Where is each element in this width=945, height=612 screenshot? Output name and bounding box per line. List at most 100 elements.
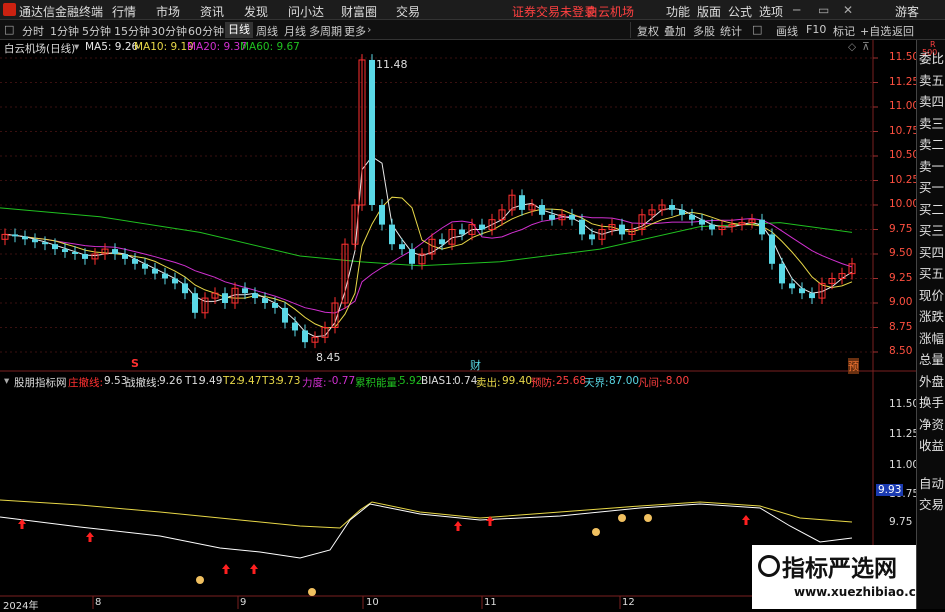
tool-overlay[interactable]: 叠加 — [664, 23, 686, 39]
menu-function[interactable]: 功能 — [666, 3, 690, 20]
panel-item-7[interactable]: 买二 — [919, 199, 945, 218]
panel-item-20[interactable]: 交易 — [919, 494, 945, 513]
sub-val-6: 5.92 — [399, 375, 423, 387]
menu-market[interactable]: 市场 — [156, 3, 180, 20]
panel-item-3[interactable]: 卖三 — [919, 113, 945, 132]
panel-item-11[interactable]: 现价 — [919, 285, 945, 304]
candle-body — [162, 273, 168, 279]
menu-formula[interactable]: 公式 — [728, 3, 752, 20]
tab-period-active[interactable]: 日线 — [225, 22, 253, 38]
tab-period-9[interactable]: 月线 — [284, 23, 306, 39]
panel-item-0[interactable]: 委比 — [919, 48, 945, 67]
candle-body — [669, 205, 675, 210]
tool-draw[interactable]: 画线 — [776, 23, 798, 39]
tab-period-10[interactable]: 多周期 — [309, 23, 342, 39]
xaxis-month-10: 10 — [366, 597, 379, 608]
panel-item-4[interactable]: 卖二 — [919, 134, 945, 153]
panel-item-2[interactable]: 卖四 — [919, 91, 945, 110]
tab-period-2[interactable]: 1分钟 — [50, 23, 79, 39]
tab-period-more[interactable]: 更多 — [344, 23, 366, 39]
hand-icon — [196, 576, 204, 584]
tab-period-1[interactable]: 分时 — [22, 23, 44, 39]
candle-body — [579, 219, 585, 235]
up-arrow-icon — [222, 564, 230, 574]
tab-period-5[interactable]: 30分钟 — [151, 23, 187, 39]
menu-quotes[interactable]: 行情 — [112, 3, 136, 20]
toolbar-prev-icon[interactable]: □ — [4, 23, 14, 36]
candle-body — [439, 239, 445, 245]
price-axis-tick: 11.25 — [889, 75, 920, 88]
tool-add-fav[interactable]: +自选 — [860, 23, 891, 39]
tab-period-6[interactable]: 60分钟 — [188, 23, 224, 39]
price-axis-tick: 10.25 — [889, 173, 920, 186]
tab-period-4[interactable]: 15分钟 — [114, 23, 150, 39]
tool-back[interactable]: 返回 — [892, 23, 914, 39]
panel-item-13[interactable]: 涨幅 — [919, 328, 945, 347]
panel-item-12[interactable]: 涨跌 — [919, 306, 945, 325]
marker-forecast[interactable]: 预 — [848, 358, 859, 374]
sub-indicator-name[interactable]: 股朋指标网 — [14, 375, 67, 390]
sub-val-7: 0.74 — [454, 375, 478, 387]
login-warning[interactable]: 证券交易未登录 — [512, 3, 596, 20]
sub-expand-icon[interactable]: ▾ — [4, 375, 9, 387]
candle-body — [22, 236, 28, 240]
menu-layout[interactable]: 版面 — [697, 3, 721, 20]
panel-item-1[interactable]: 卖五 — [919, 70, 945, 89]
tool-stats[interactable]: 统计 — [720, 23, 742, 39]
menu-ask[interactable]: 问小达 — [288, 3, 324, 20]
candle-body — [42, 242, 48, 245]
menu-options[interactable]: 选项 — [759, 3, 783, 20]
current-stock-title: 白云机场 — [586, 5, 635, 19]
panel-item-9[interactable]: 买四 — [919, 242, 945, 261]
candle-body — [152, 268, 158, 274]
sub-val-1: 9.26 — [159, 375, 183, 387]
panel-item-5[interactable]: 卖一 — [919, 156, 945, 175]
menu-news[interactable]: 资讯 — [200, 3, 224, 20]
watermark-logo-icon — [758, 555, 780, 577]
user-label[interactable]: 游客 — [895, 3, 919, 20]
hand-icon — [308, 588, 316, 596]
panel-item-14[interactable]: 总量 — [919, 349, 945, 368]
panel-item-15[interactable]: 外盘 — [919, 371, 945, 390]
candle-body — [539, 205, 545, 215]
candle-body — [122, 254, 128, 259]
up-arrow-icon — [742, 515, 750, 525]
candle-body — [389, 224, 395, 245]
panel-item-19[interactable]: 自动 — [919, 473, 945, 492]
sub-val-5: -0.77 — [328, 375, 356, 387]
panel-item-8[interactable]: 买三 — [919, 220, 945, 239]
sub-val-10: 87.00 — [609, 375, 640, 387]
candle-body — [619, 224, 625, 235]
menu-trade[interactable]: 交易 — [396, 3, 420, 20]
candle-body — [589, 234, 595, 240]
marker-s[interactable]: S — [131, 357, 139, 370]
tab-period-3[interactable]: 5分钟 — [82, 23, 111, 39]
panel-item-10[interactable]: 买五 — [919, 263, 945, 282]
panel-item-6[interactable]: 买一 — [919, 177, 945, 196]
minimize-icon[interactable]: ─ — [793, 3, 800, 17]
menu-wealth[interactable]: 财富圈 — [341, 3, 377, 20]
chevron-right-icon[interactable]: › — [367, 23, 371, 36]
candle-body — [172, 278, 178, 284]
tool-f10[interactable]: F10 — [806, 23, 826, 36]
panel-item-17[interactable]: 净资 — [919, 414, 945, 433]
candle-body — [62, 249, 68, 253]
kline-chart[interactable] — [0, 40, 916, 609]
tool-adjust[interactable]: 复权 — [637, 23, 659, 39]
tab-period-8[interactable]: 周线 — [256, 23, 278, 39]
panel-item-16[interactable]: 换手 — [919, 392, 945, 411]
tool-tray-icon[interactable]: □ — [752, 23, 762, 36]
tool-mark[interactable]: 标记 — [833, 23, 855, 39]
close-icon[interactable]: ✕ — [843, 3, 853, 17]
xaxis-month-9: 9 — [240, 597, 247, 608]
marker-finance[interactable]: 财 — [470, 357, 481, 373]
candle-body — [222, 293, 228, 303]
panel-item-18[interactable]: 收益 — [919, 435, 945, 454]
candle-body — [302, 330, 308, 343]
candle-body — [409, 249, 415, 264]
candle-body — [52, 244, 58, 250]
menu-discover[interactable]: 发现 — [244, 3, 268, 20]
tool-multi[interactable]: 多股 — [693, 23, 715, 39]
xaxis-month-11: 11 — [484, 597, 497, 608]
restore-icon[interactable]: ▭ — [818, 3, 829, 17]
